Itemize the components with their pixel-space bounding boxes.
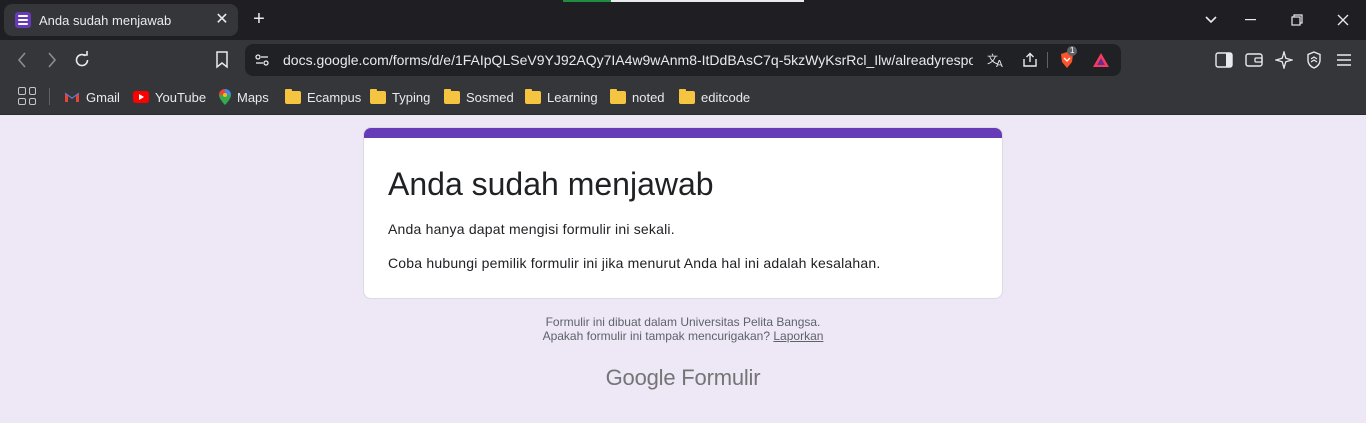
bookmark-folder-ecampus[interactable]: Ecampus [285,86,361,108]
share-icon[interactable] [1020,50,1040,70]
bookmark-folder-noted[interactable]: noted [610,86,665,108]
footer-created-in: Formulir ini dibuat dalam Universitas Pe… [545,315,821,329]
loading-indicator [563,0,611,2]
reload-icon[interactable] [70,48,94,72]
tab-search-chevron-icon[interactable] [1199,8,1223,32]
minimize-icon[interactable] [1239,8,1263,32]
brand-google: Google [605,365,676,390]
bookmark-icon[interactable] [210,48,234,72]
forward-icon[interactable] [40,48,64,72]
bookmark-folder-editcode[interactable]: editcode [679,86,750,108]
svg-text:A: A [996,59,1003,68]
new-tab-button[interactable]: + [248,8,270,30]
address-bar[interactable]: docs.google.com/forms/d/e/1FAIpQLSeV9YJ9… [245,44,1121,76]
google-forms-logo[interactable]: Google Formulir [363,365,1003,391]
wallet-icon[interactable] [1242,48,1266,72]
brave-rewards-icon[interactable] [1091,50,1111,70]
bookmark-label: Gmail [86,89,120,105]
brand-product: Formulir [681,365,761,390]
bookmark-maps[interactable]: Maps [219,86,269,108]
folder-icon [679,88,695,104]
bookmarks-separator [49,88,50,105]
tab-close-icon[interactable]: ✕ [214,12,230,28]
footer-suspicious-text: Apakah formulir ini tampak mencurigakan? [542,329,771,343]
message-contact-owner: Coba hubungi pemilik formulir ini jika m… [388,255,881,271]
browser-tab[interactable]: Anda sudah menjawab ✕ [4,4,238,36]
page-title: Anda sudah menjawab [388,166,714,202]
bookmark-label: YouTube [155,89,207,105]
response-card: Anda sudah menjawab Anda hanya dapat men… [363,127,1003,299]
youtube-icon [133,91,149,103]
footer-suspicious-line: Apakah formulir ini tampak mencurigakan?… [363,329,1003,343]
bookmark-label: editcode [701,89,751,105]
bookmarks-bar: Gmail YouTube Maps Ecampus Typing Sosmed… [0,80,1366,115]
back-icon[interactable] [10,48,34,72]
translate-icon[interactable]: 文A [986,50,1006,70]
folder-icon [444,88,460,104]
restore-icon[interactable] [1285,8,1309,32]
gmail-icon [64,92,80,102]
browser-toolbar: docs.google.com/forms/d/e/1FAIpQLSeV9YJ9… [0,40,1366,80]
folder-icon [285,88,301,104]
omnibox-divider [1047,52,1048,68]
message-once: Anda hanya dapat mengisi formulir ini se… [388,221,675,237]
loading-indicator-track [611,0,804,2]
tab-title: Anda sudah menjawab [39,12,172,28]
forms-favicon-icon [15,12,31,28]
bookmark-label: Typing [392,89,431,105]
close-window-icon[interactable] [1331,8,1355,32]
sidebar-icon[interactable] [1212,48,1236,72]
bookmark-label: Maps [237,89,269,105]
url-text[interactable]: docs.google.com/forms/d/e/1FAIpQLSeV9YJ9… [283,44,973,76]
folder-icon [370,88,386,104]
folder-icon [610,88,626,104]
shields-count-badge: 1 [1067,46,1078,56]
bookmark-gmail[interactable]: Gmail [64,86,120,108]
form-footer: Formulir ini dibuat dalam Universitas Pe… [363,315,1003,343]
bookmark-folder-typing[interactable]: Typing [370,86,430,108]
menu-icon[interactable] [1332,48,1356,72]
bookmark-label: Ecampus [307,89,362,105]
bookmark-youtube[interactable]: YouTube [133,86,206,108]
leo-ai-icon[interactable] [1272,48,1296,72]
bookmark-label: Sosmed [466,89,514,105]
report-link[interactable]: Laporkan [773,329,823,343]
bookmark-label: noted [632,89,665,105]
vpn-icon[interactable] [1302,48,1326,72]
maps-pin-icon [219,89,231,105]
brave-shields-icon[interactable]: 1 [1057,46,1078,70]
folder-icon [525,88,541,104]
tab-strip: Anda sudah menjawab ✕ + [0,0,1366,40]
apps-grid-icon[interactable] [18,87,36,105]
bookmark-label: Learning [547,89,598,105]
site-settings-icon[interactable] [252,50,272,70]
card-accent-bar [364,128,1002,138]
bookmark-folder-sosmed[interactable]: Sosmed [444,86,514,108]
bookmark-folder-learning[interactable]: Learning [525,86,598,108]
